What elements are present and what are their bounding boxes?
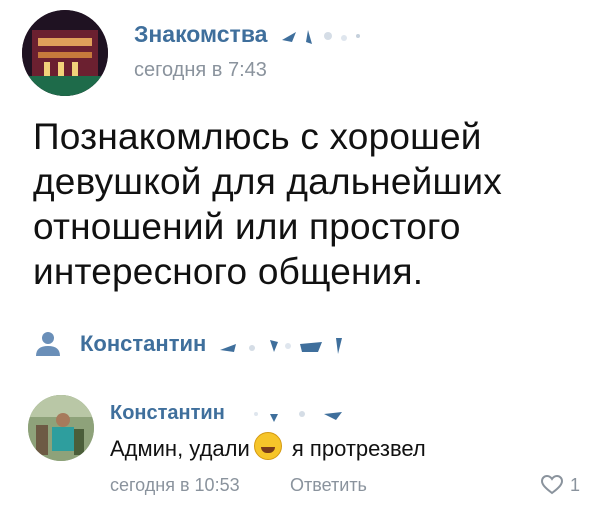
decoration-shapes [282,30,360,44]
commenter-avatar-image [28,395,94,461]
comment-text: Админ, удали я протрезвел [110,432,426,463]
author-decoration-icon [278,24,374,53]
comment-text-end: я протрезвел [291,436,426,461]
comment-author-name[interactable]: Константин [110,401,225,425]
post-time[interactable]: сегодня в 7:43 [134,58,267,82]
group-avatar-image [22,10,108,96]
signed-decoration-icon [218,332,348,363]
post-author-name[interactable]: Знакомства [134,20,267,48]
comment-text-start: Админ, удали [110,436,250,461]
commenter-avatar[interactable] [28,395,94,461]
post-text: Познакомлюсь с хорошей девушкой для даль… [33,114,593,294]
post-text-line: интересного общения. [33,251,424,292]
like-count: 1 [570,474,581,495]
rofl-emoji-icon [253,432,282,460]
post-text-line: девушкой для дальнейших [33,161,502,202]
person-icon [34,330,62,358]
comment-author-decoration-icon [246,404,356,431]
post-text-line: Познакомлюсь с хорошей [33,116,482,157]
signed-author-name[interactable]: Константин [80,330,206,358]
heart-outline-icon [540,474,564,495]
comment-time[interactable]: сегодня в 10:53 [110,474,240,496]
group-avatar[interactable] [22,10,108,96]
like-button[interactable]: 1 [540,474,580,496]
signed-decoration-shapes [220,338,342,354]
comment-decoration-shapes [254,411,342,422]
post-text-line: отношений или простого [33,206,461,247]
reply-button[interactable]: Ответить [290,474,367,496]
person-icon-svg [36,332,60,356]
